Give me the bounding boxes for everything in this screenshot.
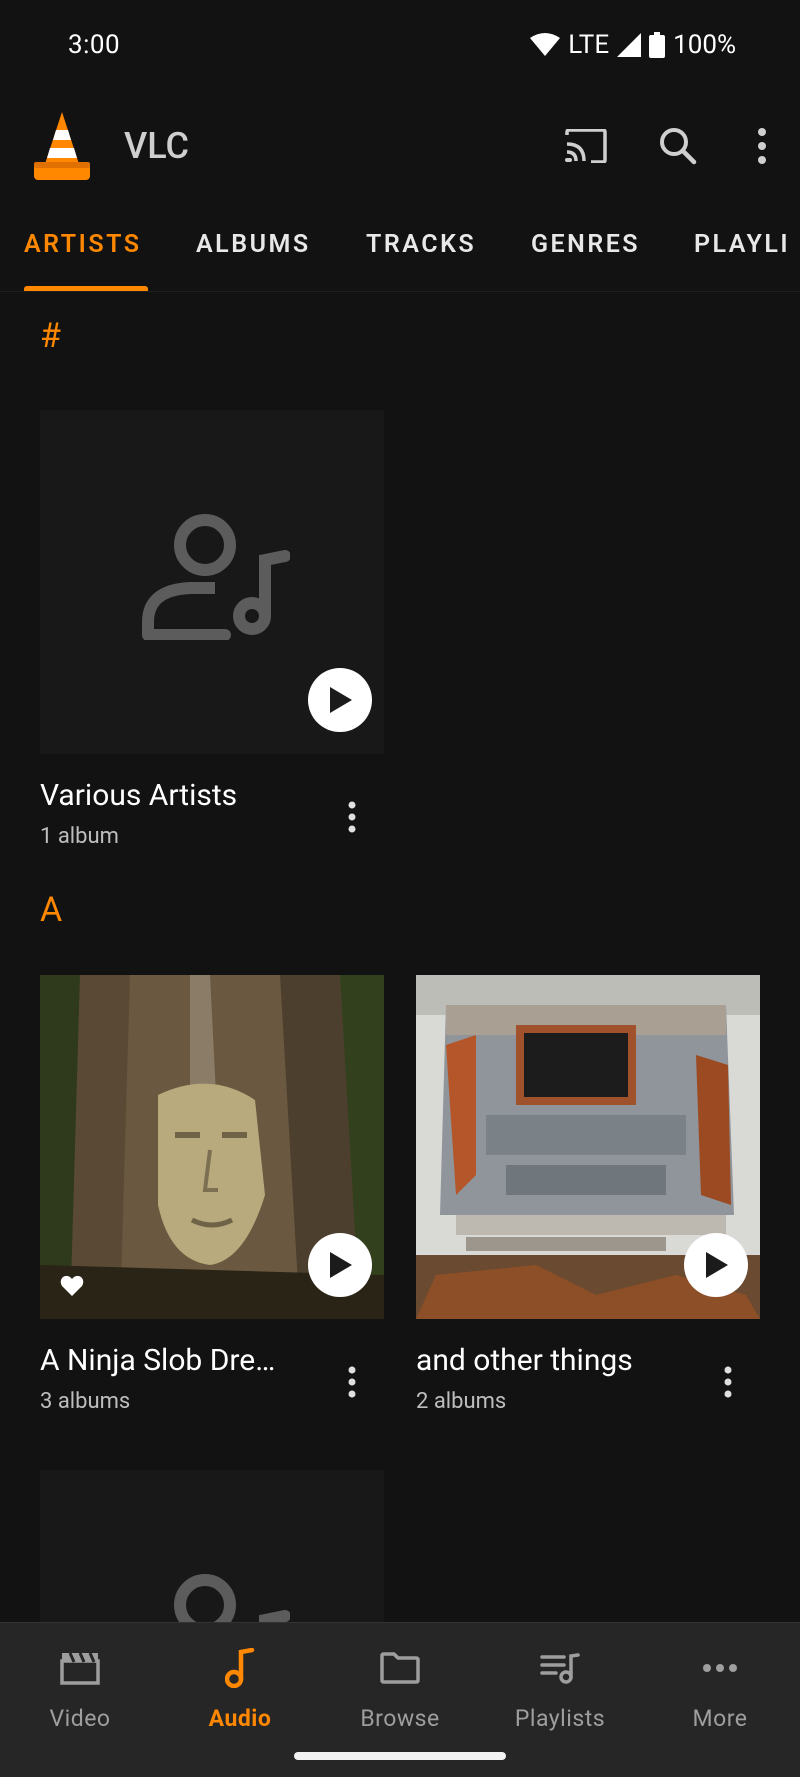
app-title: VLC [124, 125, 190, 167]
more-vertical-icon [348, 801, 356, 833]
artist-art[interactable] [416, 975, 760, 1319]
more-horizontal-icon [703, 1664, 737, 1672]
category-tabs: ARTISTS ALBUMS TRACKS GENRES PLAYLI [0, 208, 800, 292]
artist-placeholder-icon [142, 514, 290, 640]
battery-label: 100% [673, 30, 736, 60]
playlist-icon [540, 1653, 580, 1684]
play-button[interactable] [684, 1233, 748, 1297]
clapperboard-icon [60, 1652, 100, 1685]
artist-card-partial[interactable] [40, 1470, 384, 1622]
card-more-button[interactable] [708, 1357, 748, 1407]
play-button[interactable] [308, 668, 372, 732]
folder-icon [380, 1652, 420, 1684]
album-count: 2 albums [416, 1389, 507, 1414]
album-count: 1 album [40, 824, 119, 849]
signal-icon [617, 33, 642, 57]
nav-label: Audio [208, 1705, 272, 1732]
search-icon [660, 128, 697, 165]
status-icons: LTE 100% [530, 30, 736, 60]
tab-genres[interactable]: GENRES [531, 230, 640, 259]
play-icon [330, 687, 352, 713]
vlc-logo-icon [34, 112, 90, 180]
artist-name: and other things [416, 1343, 633, 1378]
nav-label: Playlists [514, 1705, 606, 1732]
overflow-menu-button[interactable] [724, 100, 800, 192]
nav-browse[interactable]: Browse [320, 1643, 480, 1743]
status-time: 3:00 [68, 30, 121, 60]
section-header-a: A [40, 890, 63, 930]
network-label: LTE [568, 30, 610, 60]
nav-video[interactable]: Video [0, 1643, 160, 1743]
artist-card-and-other-things[interactable]: and other things 2 albums [416, 975, 760, 1414]
cast-button[interactable] [540, 100, 632, 192]
more-vertical-icon [724, 1366, 732, 1398]
section-header-hash: # [40, 316, 61, 356]
cast-icon [565, 129, 607, 163]
play-icon [330, 1252, 352, 1278]
wifi-icon [530, 33, 561, 56]
more-vertical-icon [348, 1366, 356, 1398]
artist-art[interactable] [40, 1470, 384, 1622]
artist-card-various-artists[interactable]: Various Artists 1 album [40, 410, 384, 849]
artist-art[interactable] [40, 410, 384, 754]
album-count: 3 albums [40, 1389, 131, 1414]
nav-label: Video [49, 1705, 111, 1732]
search-button[interactable] [632, 100, 724, 192]
music-note-icon [225, 1648, 255, 1688]
nav-more[interactable]: More [640, 1643, 800, 1743]
artist-name: Various Artists [40, 778, 238, 813]
more-vertical-icon [758, 128, 766, 164]
card-more-button[interactable] [332, 792, 372, 842]
nav-audio[interactable]: Audio [160, 1643, 320, 1743]
artist-placeholder-icon [174, 1574, 290, 1622]
status-bar: 3:00 LTE 100% [0, 0, 800, 90]
artist-name: A Ninja Slob Dre… [40, 1343, 276, 1378]
app-actions [540, 100, 800, 192]
artist-art[interactable] [40, 975, 384, 1319]
tab-playlists[interactable]: PLAYLI [694, 230, 790, 259]
app-bar: VLC [0, 100, 800, 192]
play-button[interactable] [308, 1233, 372, 1297]
nav-label: Browse [360, 1705, 440, 1732]
home-indicator[interactable] [294, 1752, 506, 1760]
tab-tracks[interactable]: TRACKS [366, 230, 476, 259]
tab-artists[interactable]: ARTISTS [24, 230, 142, 259]
play-icon [706, 1252, 728, 1278]
card-more-button[interactable] [332, 1357, 372, 1407]
tab-indicator [24, 286, 148, 291]
nav-label: More [692, 1705, 748, 1732]
artist-card-ninja-slob[interactable]: A Ninja Slob Dre… 3 albums [40, 975, 384, 1414]
favorite-icon [60, 1275, 84, 1296]
battery-icon [649, 32, 666, 58]
tab-albums[interactable]: ALBUMS [196, 230, 311, 259]
nav-playlists[interactable]: Playlists [480, 1643, 640, 1743]
